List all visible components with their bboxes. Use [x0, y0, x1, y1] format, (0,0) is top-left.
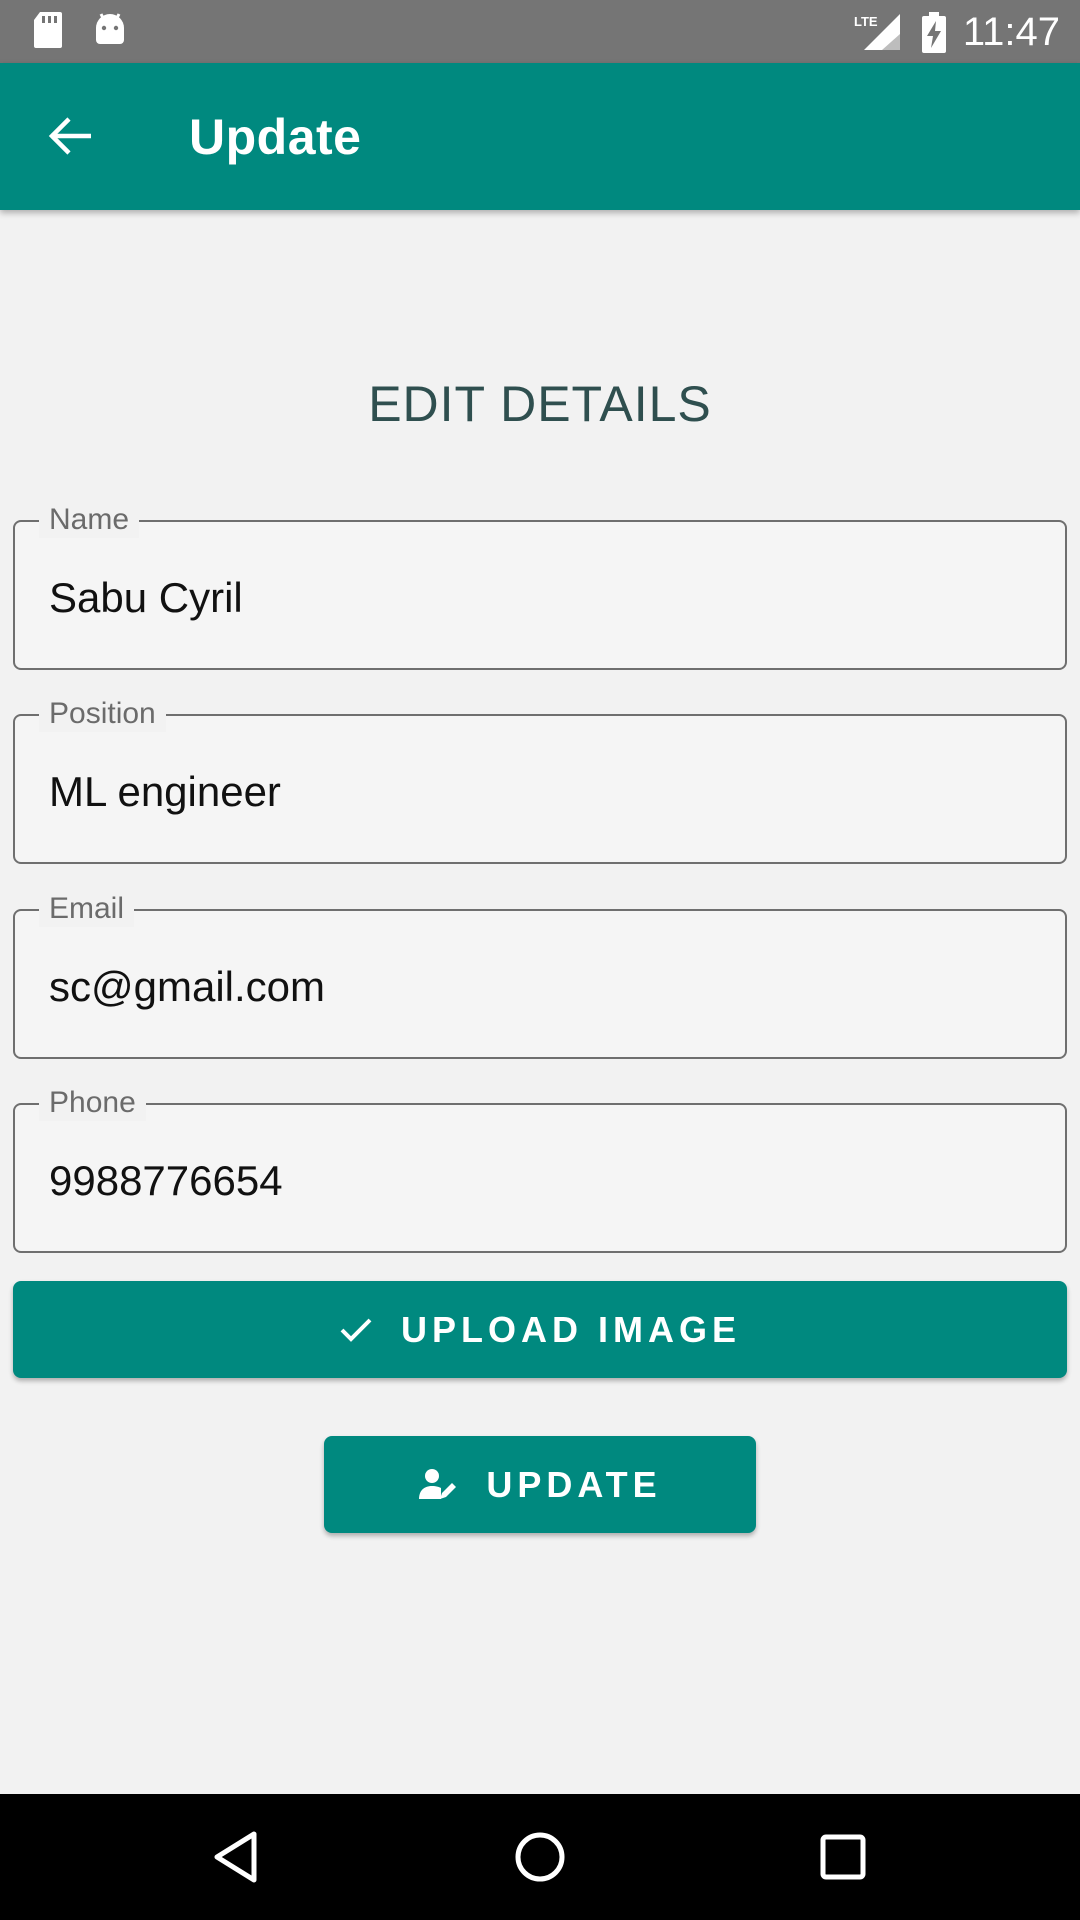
position-field-label: Position	[39, 696, 166, 732]
update-label: UPDATE	[486, 1463, 662, 1505]
update-button[interactable]: UPDATE	[324, 1436, 756, 1533]
svg-text:LTE: LTE	[854, 14, 878, 29]
position-field[interactable]: Position ML engineer	[13, 696, 1067, 864]
sd-card-icon	[32, 10, 64, 55]
position-field-value: ML engineer	[49, 768, 281, 815]
email-field[interactable]: Email sc@gmail.com	[13, 891, 1067, 1059]
status-bar: LTE 11:47	[0, 0, 1080, 63]
email-field-label: Email	[39, 891, 135, 927]
nav-recents-button[interactable]	[803, 1817, 883, 1897]
app-bar: Update	[0, 63, 1080, 210]
form-heading: EDIT DETAILS	[368, 376, 712, 432]
person-edit-icon	[418, 1467, 458, 1503]
page-title: Update	[189, 109, 362, 165]
check-icon	[339, 1316, 373, 1344]
home-circle-icon	[514, 1831, 566, 1883]
name-field-value: Sabu Cyril	[49, 574, 243, 621]
name-field[interactable]: Name Sabu Cyril	[13, 502, 1067, 670]
upload-image-label: UPLOAD IMAGE	[400, 1308, 741, 1350]
nav-back-button[interactable]	[196, 1817, 276, 1897]
name-field-label: Name	[39, 502, 140, 538]
phone-field[interactable]: Phone 9988776654	[13, 1085, 1067, 1253]
nav-home-button[interactable]	[500, 1817, 580, 1897]
back-button[interactable]	[30, 96, 110, 176]
navigation-bar	[0, 1794, 1080, 1920]
upload-image-button[interactable]: UPLOAD IMAGE	[13, 1281, 1067, 1378]
android-icon	[92, 10, 128, 55]
email-field-value: sc@gmail.com	[49, 963, 326, 1010]
phone-field-value: 9988776654	[49, 1157, 283, 1204]
status-time: 11:47	[962, 10, 1060, 54]
phone-field-label: Phone	[39, 1085, 146, 1121]
recents-square-icon	[819, 1833, 867, 1881]
lte-signal-icon: LTE	[852, 12, 902, 57]
arrow-back-icon	[47, 116, 93, 156]
back-triangle-icon	[212, 1830, 260, 1884]
battery-charging-icon	[920, 12, 948, 59]
